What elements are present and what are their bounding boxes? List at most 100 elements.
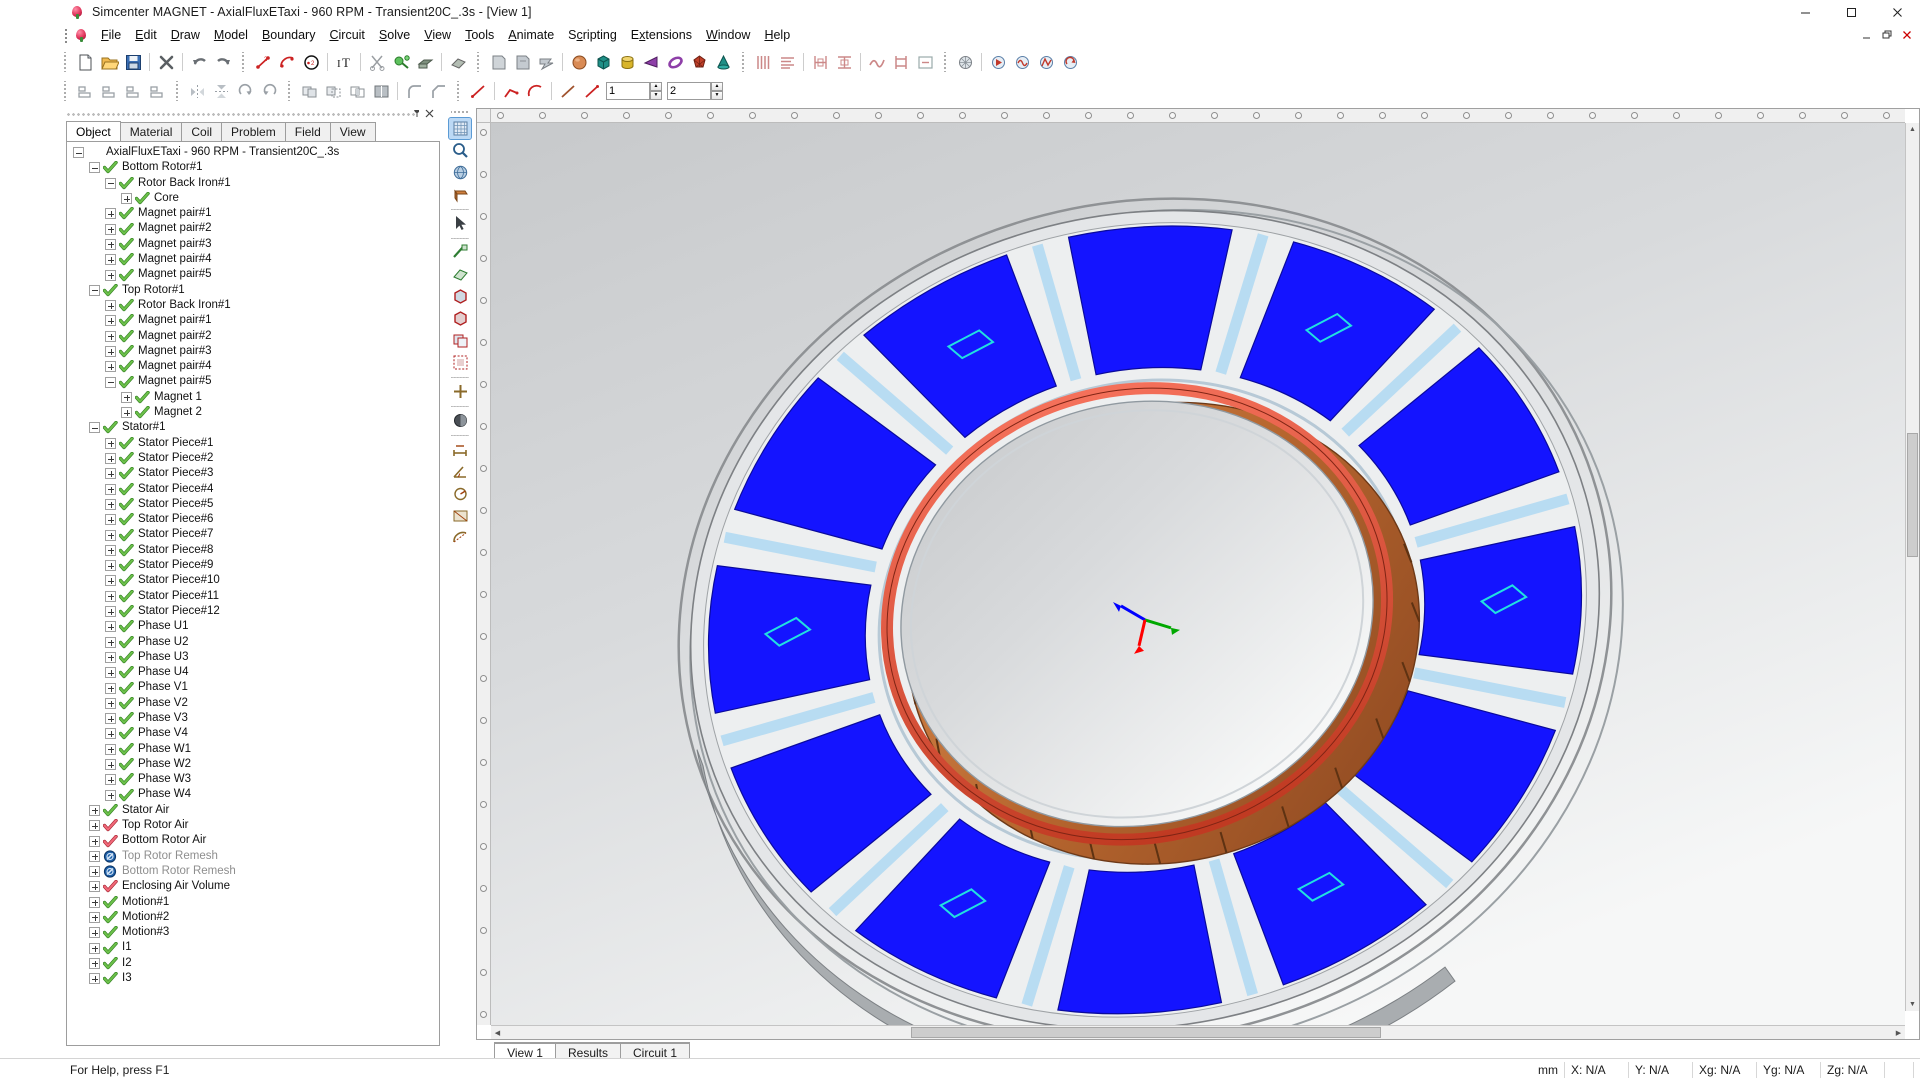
make-component-2-icon[interactable] (511, 51, 533, 73)
construct-arc-icon[interactable] (276, 51, 298, 73)
toolbar-drag-grip[interactable] (455, 81, 463, 101)
tree-item[interactable]: Motion#2 (71, 910, 439, 925)
tree-expand-icon[interactable] (121, 407, 132, 418)
primitive-cylinder-icon[interactable] (616, 51, 638, 73)
check-green-icon[interactable] (103, 421, 118, 434)
tree-item[interactable]: Stator Piece#12 (71, 604, 439, 619)
viewport-vertical-scrollbar[interactable]: ▲ ▼ (1905, 123, 1919, 1011)
open-folder-icon[interactable] (98, 51, 120, 73)
tree-item[interactable]: Stator Piece#6 (71, 512, 439, 527)
tree-item[interactable]: Magnet pair#3 (71, 344, 439, 359)
check-green-icon[interactable] (119, 360, 134, 373)
align-center-icon[interactable] (98, 80, 120, 102)
scroll-right-arrow[interactable]: ▶ (1892, 1026, 1905, 1039)
tree-item[interactable]: Rotor Back Iron#1 (71, 298, 439, 313)
align-left-icon[interactable] (74, 80, 96, 102)
tree-expand-icon[interactable] (105, 698, 116, 709)
pan-globe-icon[interactable] (449, 162, 471, 183)
remesh-disabled-icon[interactable] (103, 865, 118, 878)
check-green-icon[interactable] (119, 590, 134, 603)
tree-expand-icon[interactable] (105, 652, 116, 663)
tree-item[interactable]: Phase U4 (71, 665, 439, 680)
tree-item[interactable]: Magnet pair#2 (71, 329, 439, 344)
check-green-icon[interactable] (119, 773, 134, 786)
tree-expand-icon[interactable] (105, 361, 116, 372)
tree-expand-icon[interactable] (89, 881, 100, 892)
panel-close-icon[interactable] (425, 109, 434, 121)
undo-icon[interactable] (188, 51, 210, 73)
graph-icon[interactable] (866, 51, 888, 73)
scroll-down-arrow[interactable]: ▼ (1906, 998, 1919, 1011)
tree-collapse-icon[interactable] (89, 285, 100, 296)
check-green-icon[interactable] (135, 192, 150, 205)
tree-item[interactable]: Top Rotor#1 (71, 283, 439, 298)
tree-expand-icon[interactable] (89, 958, 100, 969)
tree-collapse-icon[interactable] (105, 377, 116, 388)
check-green-icon[interactable] (103, 896, 118, 909)
tree-expand-icon[interactable] (105, 315, 116, 326)
check-green-icon[interactable] (119, 636, 134, 649)
menu-item-solve[interactable]: Solve (372, 25, 417, 45)
tree-expand-icon[interactable] (105, 484, 116, 495)
tree-item[interactable]: Stator#1 (71, 420, 439, 435)
check-green-icon[interactable] (119, 330, 134, 343)
tree-expand-icon[interactable] (105, 637, 116, 648)
mdi-minimize-icon[interactable] (1858, 26, 1876, 44)
zoom-magnifier-icon[interactable] (449, 140, 471, 161)
tree-item[interactable]: Stator Piece#10 (71, 573, 439, 588)
check-green-icon[interactable] (119, 437, 134, 450)
check-green-icon[interactable] (119, 299, 134, 312)
tree-item[interactable]: Stator Piece#7 (71, 527, 439, 542)
check-green-icon[interactable] (119, 727, 134, 740)
boolean-split-icon[interactable] (370, 80, 392, 102)
tree-expand-icon[interactable] (105, 254, 116, 265)
vstrip-drag-grip[interactable] (451, 109, 469, 116)
tree-item[interactable]: Stator Air (71, 803, 439, 818)
sweep-icon[interactable] (390, 51, 412, 73)
check-green-icon[interactable] (119, 529, 134, 542)
tree-expand-icon[interactable] (89, 836, 100, 847)
tree-item[interactable]: Phase W4 (71, 787, 439, 802)
insert-text-icon[interactable]: IT (333, 51, 355, 73)
viewport-horizontal-scrollbar[interactable]: ◀ ▶ (491, 1025, 1905, 1039)
menu-item-scripting[interactable]: Scripting (561, 25, 624, 45)
check-green-icon[interactable] (119, 697, 134, 710)
draw-arc-red-icon[interactable] (524, 80, 546, 102)
select-face-icon[interactable] (449, 264, 471, 285)
toolbar-drag-grip[interactable] (240, 52, 248, 72)
solve-ac-icon[interactable] (1011, 51, 1033, 73)
check-green-icon[interactable] (119, 498, 134, 511)
tree-expand-icon[interactable] (105, 667, 116, 678)
check-green-icon[interactable] (119, 223, 134, 236)
tree-item[interactable]: Top Rotor Air (71, 818, 439, 833)
mdi-restore-icon[interactable] (1878, 26, 1896, 44)
draw-polyline-icon[interactable] (500, 80, 522, 102)
check-green-icon[interactable] (119, 345, 134, 358)
tree-expand-icon[interactable] (89, 912, 100, 923)
panel-tab-field[interactable]: Field (285, 122, 331, 141)
spinner-1-input[interactable]: 1 (606, 82, 650, 100)
tree-item[interactable]: Motion#3 (71, 925, 439, 940)
check-green-icon[interactable] (103, 942, 118, 955)
draw-segment-2-icon[interactable] (581, 80, 603, 102)
make-component-icon[interactable] (487, 51, 509, 73)
tree-item[interactable]: Stator Piece#11 (71, 589, 439, 604)
tree-item[interactable]: Top Rotor Remesh (71, 849, 439, 864)
close-button[interactable] (1874, 0, 1920, 24)
panel-drag-dots[interactable] (66, 112, 416, 118)
primitive-cube-icon[interactable] (592, 51, 614, 73)
minimize-button[interactable] (1782, 0, 1828, 24)
menu-app-icon[interactable] (74, 28, 89, 43)
tree-item[interactable]: Motion#1 (71, 895, 439, 910)
toolbar-drag-grip[interactable] (62, 81, 70, 101)
tree-item[interactable]: Magnet pair#3 (71, 237, 439, 252)
tree-collapse-icon[interactable] (73, 147, 84, 158)
tree-item[interactable]: Bottom Rotor#1 (71, 160, 439, 175)
check-green-icon[interactable] (119, 269, 134, 282)
solve-transient-icon[interactable] (1035, 51, 1057, 73)
tree-expand-icon[interactable] (105, 224, 116, 235)
tree-item[interactable]: Stator Piece#2 (71, 451, 439, 466)
tree-item[interactable]: Phase W2 (71, 757, 439, 772)
check-green-icon[interactable] (119, 758, 134, 771)
tree-expand-icon[interactable] (105, 545, 116, 556)
